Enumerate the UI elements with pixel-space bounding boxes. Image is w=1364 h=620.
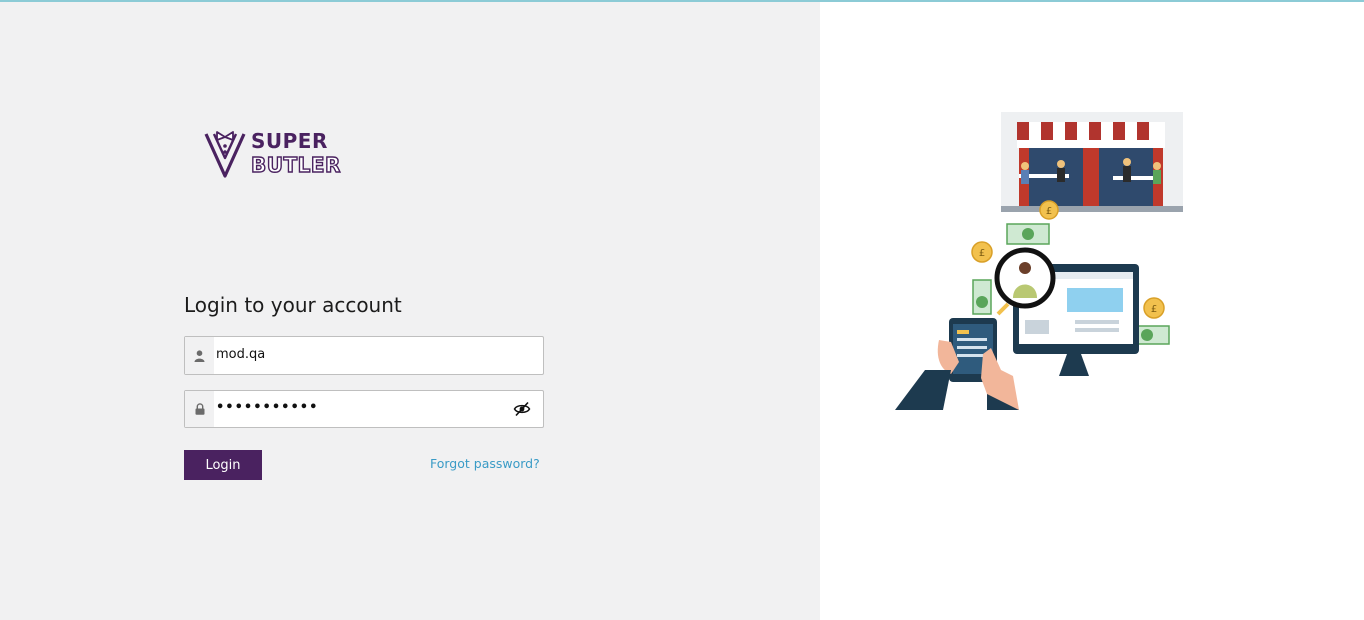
page-title: Login to your account bbox=[184, 293, 402, 317]
brand-name-line1: SUPER bbox=[251, 129, 328, 153]
pound-symbol: £ bbox=[1046, 206, 1052, 217]
login-panel bbox=[0, 2, 820, 620]
svg-text:£: £ bbox=[1151, 304, 1157, 315]
username-value: mod.qa bbox=[216, 347, 266, 362]
brand-logo: SUPER BUTLER bbox=[203, 128, 353, 180]
butler-logo-icon bbox=[204, 131, 246, 178]
svg-text:£: £ bbox=[979, 248, 985, 259]
brand-name-line2: BUTLER bbox=[250, 152, 341, 177]
password-field[interactable]: ••••••••••• bbox=[184, 390, 544, 428]
user-icon bbox=[185, 337, 214, 374]
username-field[interactable]: mod.qa bbox=[184, 336, 544, 375]
lock-icon bbox=[185, 391, 214, 427]
forgot-password-link[interactable]: Forgot password? bbox=[430, 456, 540, 471]
login-button[interactable]: Login bbox=[184, 450, 262, 480]
password-value: ••••••••••• bbox=[216, 400, 319, 415]
restaurant-ordering-illustration: £ £ £ bbox=[895, 112, 1183, 410]
eye-slash-icon[interactable] bbox=[513, 401, 531, 417]
